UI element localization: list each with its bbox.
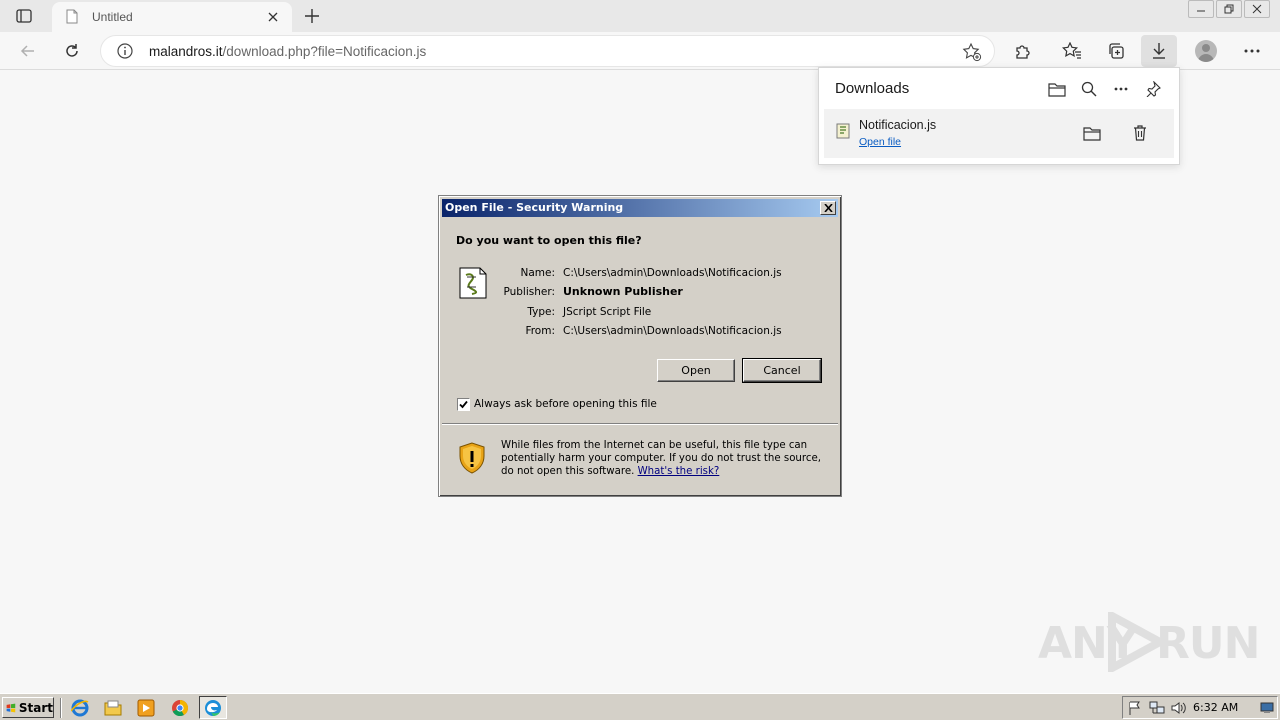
system-tray: 6:32 AM bbox=[1122, 696, 1278, 719]
url-host: malandros.it bbox=[149, 44, 223, 59]
publisher-value: Unknown Publisher bbox=[563, 285, 683, 298]
dialog-title: Open File - Security Warning bbox=[445, 201, 624, 214]
window-controls bbox=[1188, 0, 1270, 18]
restore-icon[interactable] bbox=[1216, 0, 1242, 18]
edge-icon bbox=[205, 699, 221, 716]
from-label: From: bbox=[525, 325, 555, 337]
quicklaunch-separator bbox=[60, 698, 62, 718]
name-label: Name: bbox=[520, 267, 555, 279]
windows-logo-icon bbox=[6, 703, 16, 712]
watermark-right-text: RUN bbox=[1156, 618, 1260, 669]
name-value: C:\Users\admin\Downloads\Notificacion.js bbox=[563, 267, 782, 279]
back-icon[interactable] bbox=[14, 37, 42, 65]
warning-message: While files from the Internet can be use… bbox=[501, 439, 831, 478]
collections-icon[interactable] bbox=[1102, 37, 1130, 65]
favorites-icon[interactable] bbox=[1058, 37, 1086, 65]
chrome-icon[interactable] bbox=[170, 698, 190, 718]
dialog-question: Do you want to open this file? bbox=[456, 234, 642, 247]
clock: 6:32 AM bbox=[1193, 701, 1239, 714]
close-window-icon[interactable] bbox=[1244, 0, 1270, 18]
download-filename: Notificacion.js bbox=[859, 118, 937, 132]
always-ask-checkbox[interactable] bbox=[457, 398, 470, 411]
downloads-title: Downloads bbox=[835, 80, 910, 97]
publisher-label: Publisher: bbox=[503, 286, 555, 298]
more-options-icon[interactable] bbox=[1110, 78, 1132, 100]
tab-actions-icon[interactable] bbox=[10, 6, 38, 26]
open-button[interactable]: Open bbox=[657, 359, 735, 382]
url-text[interactable]: malandros.it/download.php?file=Notificac… bbox=[149, 44, 426, 59]
tab-strip: Untitled bbox=[0, 0, 1280, 32]
tab-untitled[interactable]: Untitled bbox=[52, 2, 292, 32]
more-options-icon[interactable] bbox=[1238, 37, 1266, 65]
explorer-folder-icon[interactable] bbox=[103, 698, 123, 718]
tab-title: Untitled bbox=[92, 10, 133, 24]
download-item[interactable]: Notificacion.js Open file bbox=[824, 109, 1174, 158]
network-icon[interactable] bbox=[1149, 700, 1165, 716]
new-tab-icon[interactable] bbox=[300, 4, 324, 28]
downloads-icon[interactable] bbox=[1141, 35, 1177, 67]
flag-icon[interactable] bbox=[1127, 700, 1143, 716]
search-icon[interactable] bbox=[1078, 78, 1100, 100]
add-favorite-icon[interactable] bbox=[962, 42, 982, 67]
minimize-icon[interactable] bbox=[1188, 0, 1214, 18]
whats-the-risk-link[interactable]: What's the risk? bbox=[638, 466, 720, 477]
delete-icon[interactable] bbox=[1129, 122, 1151, 144]
type-label: Type: bbox=[527, 306, 555, 318]
warning-shield-icon bbox=[458, 442, 486, 478]
browser-toolbar: malandros.it/download.php?file=Notificac… bbox=[0, 32, 1280, 70]
dialog-titlebar[interactable]: Open File - Security Warning bbox=[442, 199, 838, 217]
address-bar[interactable]: malandros.it/download.php?file=Notificac… bbox=[100, 35, 995, 67]
anyrun-watermark: ANY RUN bbox=[1038, 612, 1260, 672]
profile-avatar[interactable] bbox=[1195, 40, 1217, 62]
taskbar: Start 6:32 AM bbox=[0, 693, 1280, 720]
open-file-link[interactable]: Open file bbox=[859, 136, 901, 148]
start-label: Start bbox=[18, 700, 53, 715]
edge-taskbar-button[interactable] bbox=[199, 696, 227, 719]
close-icon[interactable] bbox=[820, 201, 836, 215]
close-tab-icon[interactable] bbox=[264, 8, 282, 26]
cancel-button[interactable]: Cancel bbox=[742, 358, 822, 383]
show-in-folder-icon[interactable] bbox=[1081, 122, 1103, 144]
show-desktop-icon[interactable] bbox=[1259, 700, 1275, 716]
security-warning-dialog: Open File - Security Warning Do you want… bbox=[438, 195, 842, 497]
refresh-icon[interactable] bbox=[58, 37, 86, 65]
extensions-icon[interactable] bbox=[1009, 37, 1037, 65]
always-ask-label[interactable]: Always ask before opening this file bbox=[474, 398, 657, 410]
dialog-divider bbox=[442, 423, 838, 425]
downloads-panel: Downloads Notificacion.js Open file bbox=[818, 67, 1180, 165]
pin-icon[interactable] bbox=[1142, 78, 1164, 100]
site-info-icon[interactable] bbox=[117, 43, 133, 64]
from-value: C:\Users\admin\Downloads\Notificacion.js bbox=[563, 325, 782, 337]
script-file-icon bbox=[836, 123, 850, 144]
open-folder-icon[interactable] bbox=[1046, 78, 1068, 100]
volume-icon[interactable] bbox=[1171, 700, 1187, 716]
internet-explorer-icon[interactable] bbox=[70, 698, 90, 718]
page-icon bbox=[66, 9, 78, 29]
url-path: /download.php?file=Notificacion.js bbox=[222, 44, 427, 59]
start-button[interactable]: Start bbox=[2, 697, 54, 718]
type-value: JScript Script File bbox=[563, 306, 652, 318]
media-player-icon[interactable] bbox=[136, 698, 156, 718]
